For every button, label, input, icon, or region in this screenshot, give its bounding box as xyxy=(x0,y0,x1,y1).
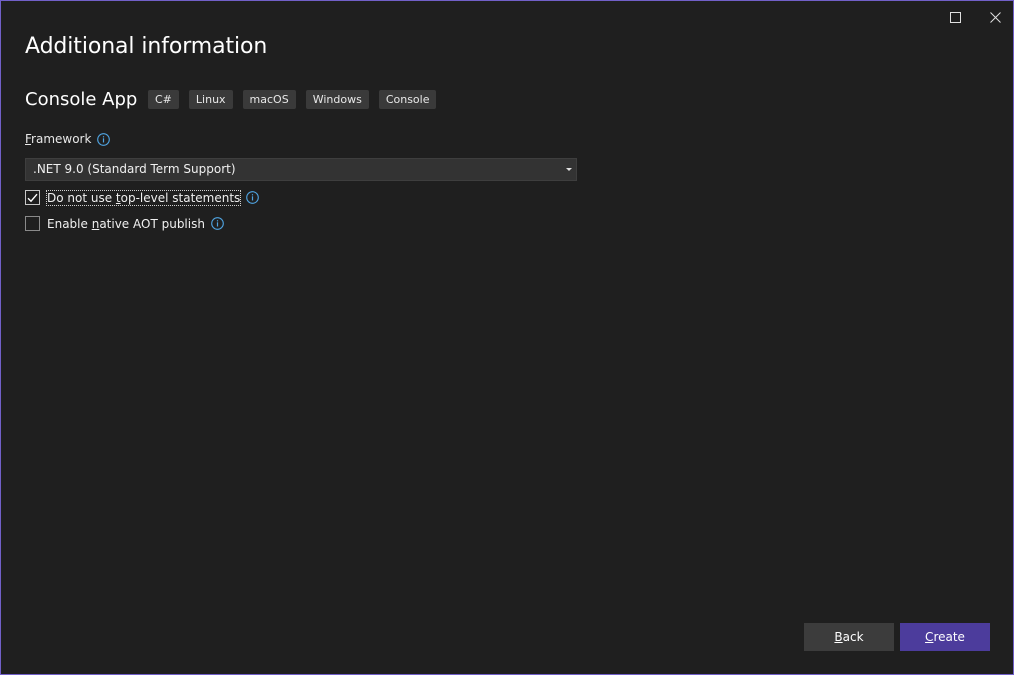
tag-linux: Linux xyxy=(188,90,233,109)
tag-console: Console xyxy=(378,90,437,109)
option-top-level-statements[interactable]: Do not use top-level statements xyxy=(25,189,260,206)
framework-dropdown[interactable]: .NET 9.0 (Standard Term Support) xyxy=(25,158,577,181)
top-level-statements-label[interactable]: Do not use top-level statements xyxy=(45,189,242,206)
dialog-window: Additional information Console App C# Li… xyxy=(0,0,1014,675)
framework-label-text: Framework xyxy=(25,132,92,146)
template-tags: C# Linux macOS Windows Console xyxy=(148,90,437,109)
tag-windows: Windows xyxy=(305,90,369,109)
framework-label: Framework xyxy=(25,132,111,146)
create-button[interactable]: Create xyxy=(900,623,990,651)
native-aot-checkbox[interactable] xyxy=(25,216,40,231)
chevron-down-icon xyxy=(566,168,572,171)
page-title: Additional information xyxy=(25,34,268,59)
framework-selected-value: .NET 9.0 (Standard Term Support) xyxy=(33,162,236,176)
template-name: Console App xyxy=(25,89,138,110)
info-icon[interactable] xyxy=(211,217,224,230)
back-button-label: Back xyxy=(834,630,864,644)
native-aot-label[interactable]: Enable native AOT publish xyxy=(47,217,205,231)
top-level-statements-checkbox[interactable] xyxy=(25,190,40,205)
maximize-button[interactable] xyxy=(933,2,977,32)
info-icon[interactable] xyxy=(246,191,260,204)
create-button-label: Create xyxy=(925,630,965,644)
info-icon[interactable] xyxy=(97,132,111,146)
close-button[interactable] xyxy=(973,2,1014,32)
tag-macos: macOS xyxy=(242,90,296,109)
checkmark-icon xyxy=(27,193,38,202)
option-native-aot[interactable]: Enable native AOT publish xyxy=(25,216,224,231)
close-icon xyxy=(989,11,1001,23)
maximize-icon xyxy=(949,11,961,23)
tag-csharp: C# xyxy=(148,90,179,109)
back-button[interactable]: Back xyxy=(804,623,894,651)
